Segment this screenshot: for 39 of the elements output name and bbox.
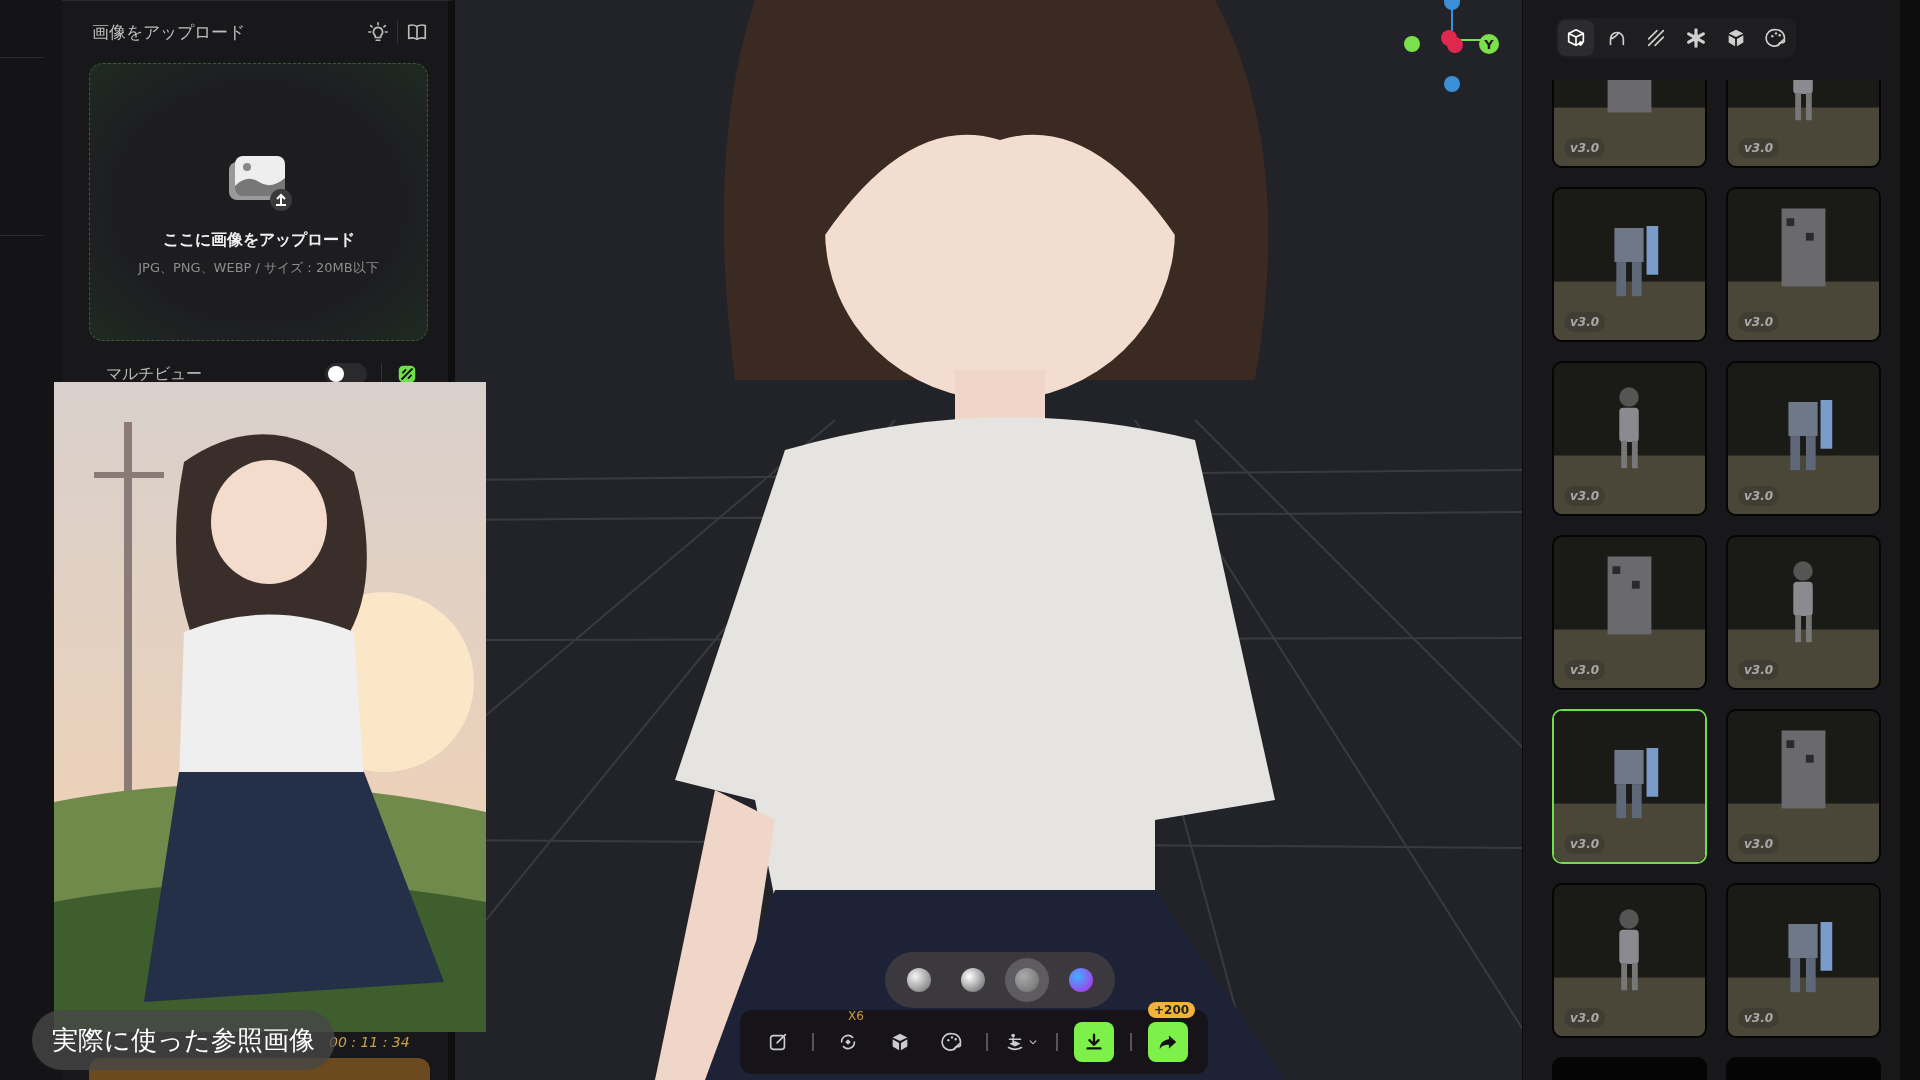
- stripes-icon[interactable]: [396, 363, 418, 385]
- model-card[interactable]: v3.0: [1552, 187, 1707, 342]
- upload-title: ここに画像をアップロード: [162, 229, 355, 251]
- version-label: v3.0: [1738, 660, 1780, 680]
- version-label: v3.0: [1564, 834, 1606, 854]
- multiview-label: マルチビュー: [106, 363, 203, 385]
- model-card[interactable]: v3.0: [1552, 883, 1707, 1038]
- stripes-icon: [1645, 27, 1667, 49]
- lightbulb-icon[interactable]: [367, 21, 389, 43]
- version-label: v3.0: [1738, 1008, 1780, 1028]
- upload-area[interactable]: ここに画像をアップロード JPG、PNG、WEBP / サイズ：20MB以下: [89, 63, 428, 341]
- model-card[interactable]: v3.0: [1552, 80, 1707, 168]
- version-label: v3.0: [1564, 1008, 1606, 1028]
- version-label: v3.0: [1564, 486, 1606, 506]
- model-card[interactable]: v3.0: [1726, 883, 1881, 1038]
- timer-text: 00 : 11 : 34: [329, 1034, 410, 1050]
- model-card[interactable]: v3.0: [1726, 361, 1881, 516]
- model-card[interactable]: v3.0: [1726, 80, 1881, 168]
- upload-hint: JPG、PNG、WEBP / サイズ：20MB以下: [138, 258, 379, 277]
- palette-icon: [1765, 27, 1787, 49]
- model-card[interactable]: v3.0: [1552, 535, 1707, 690]
- tab[interactable]: [1558, 20, 1594, 56]
- multiview-toggle[interactable]: [325, 363, 367, 385]
- cube-icon: [1565, 27, 1587, 49]
- model-card[interactable]: v3.0: [1726, 709, 1881, 864]
- book-icon[interactable]: [406, 21, 428, 43]
- gear-icon: [1685, 27, 1707, 49]
- version-label: v3.0: [1564, 312, 1606, 332]
- version-label: v3.0: [1564, 660, 1606, 680]
- model-card[interactable]: v3.0: [1726, 535, 1881, 690]
- model-card[interactable]: v3.0: [1726, 187, 1881, 342]
- panel-title: 画像をアップロード: [92, 20, 245, 44]
- version-label: v3.0: [1738, 834, 1780, 854]
- version-label: v3.0: [1738, 312, 1780, 332]
- model-card[interactable]: v3.0: [1552, 361, 1707, 516]
- version-label: v3.0: [1564, 138, 1606, 158]
- version-label: v3.0: [1738, 138, 1780, 158]
- model-card[interactable]: v3.0: [1552, 709, 1707, 864]
- version-label: v3.0: [1738, 486, 1780, 506]
